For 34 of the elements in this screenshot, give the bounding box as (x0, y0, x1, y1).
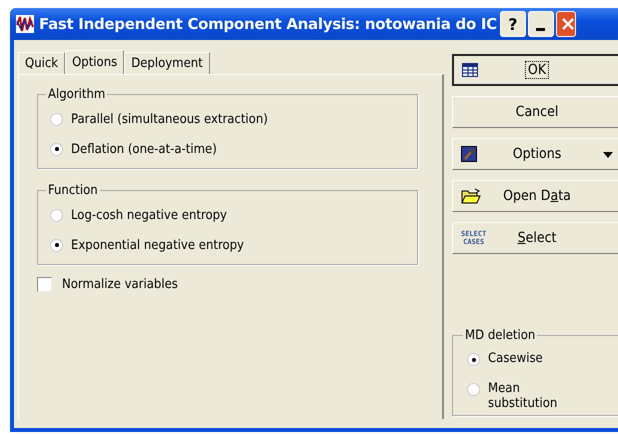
radio-label: Deflation (one-at-a-time) (71, 142, 217, 156)
radio-label: Exponential negative entropy (71, 238, 244, 252)
window-title: Fast Independent Component Analysis: notowania do IC (39, 15, 497, 33)
radio-label: Log-cosh negative entropy (71, 208, 227, 222)
radio-label: Parallel (simultaneous extraction) (71, 112, 268, 126)
radio-label: Mean substitution (488, 381, 558, 411)
dialog-button[interactable]: Options (452, 138, 618, 170)
radio-button[interactable] (50, 238, 63, 252)
dialog-button[interactable]: Open Data (452, 180, 618, 212)
radio-label: Casewise (488, 351, 544, 366)
minimize-button[interactable] (528, 11, 554, 37)
close-button[interactable] (556, 11, 576, 37)
group-title: MD deletion (464, 328, 536, 343)
radio-button[interactable] (467, 353, 480, 366)
tab[interactable]: Options (65, 50, 124, 74)
close-icon (560, 17, 575, 31)
radio-button[interactable] (467, 383, 480, 396)
group-title: Algorithm (47, 87, 106, 102)
dialog-button[interactable]: Cancel (452, 96, 618, 128)
radio-button[interactable] (50, 112, 63, 126)
spreadsheet-icon (462, 63, 478, 77)
help-button[interactable]: ? (500, 11, 526, 37)
caret-icon (603, 152, 613, 158)
radio-button[interactable] (50, 208, 63, 222)
dialog-button[interactable]: OK (452, 54, 618, 86)
tab[interactable]: Quick (18, 52, 66, 74)
checkbox[interactable] (37, 277, 52, 292)
wave-icon (16, 15, 34, 33)
tab[interactable]: Deployment (124, 52, 210, 74)
hammer-icon (461, 146, 477, 162)
folder-icon (461, 188, 481, 204)
checkbox-label: Normalize variables (62, 277, 178, 292)
radio-button[interactable] (50, 142, 63, 156)
group-title: Function (47, 183, 99, 198)
